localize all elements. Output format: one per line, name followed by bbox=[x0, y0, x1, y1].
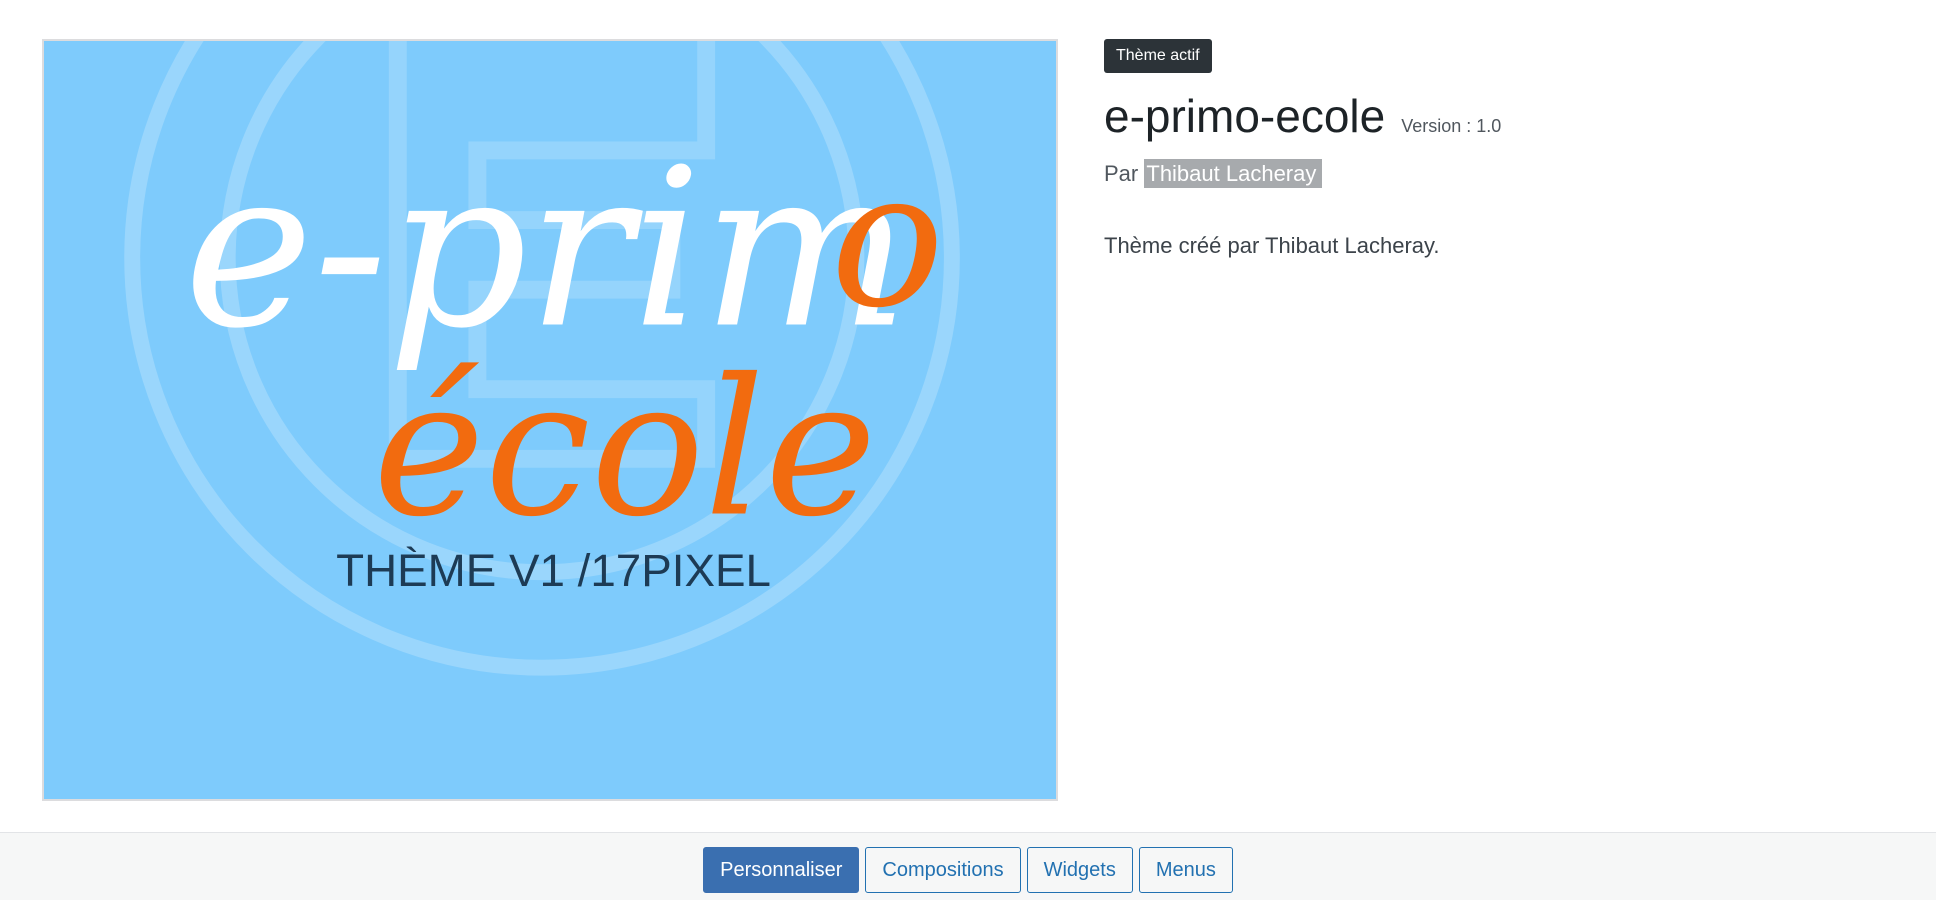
compositions-button[interactable]: Compositions bbox=[865, 847, 1021, 893]
theme-screenshot-image: e-prim o école THÈME V1 /17PIXEL bbox=[44, 41, 1056, 799]
author-name: Thibaut Lacheray bbox=[1144, 159, 1323, 188]
theme-title-row: e-primo-ecole Version : 1.0 bbox=[1104, 93, 1884, 139]
theme-actions-bar: Personnaliser Compositions Widgets Menus bbox=[0, 832, 1936, 900]
theme-version: Version : 1.0 bbox=[1401, 116, 1502, 136]
theme-author: Par Thibaut Lacheray bbox=[1104, 159, 1884, 188]
customize-button[interactable]: Personnaliser bbox=[703, 847, 860, 893]
active-theme-badge: Thème actif bbox=[1104, 39, 1212, 73]
theme-screenshot: e-prim o école THÈME V1 /17PIXEL bbox=[42, 39, 1058, 801]
theme-name: e-primo-ecole bbox=[1104, 90, 1386, 142]
theme-details-page: e-prim o école THÈME V1 /17PIXEL Thème a… bbox=[0, 0, 1936, 900]
theme-info-panel: Thème actif e-primo-ecole Version : 1.0 … bbox=[1104, 39, 1884, 259]
theme-description: Thème créé par Thibaut Lacheray. bbox=[1104, 233, 1440, 258]
logo-text-ecole: école bbox=[373, 339, 877, 559]
author-prefix: Par bbox=[1104, 161, 1139, 186]
widgets-button[interactable]: Widgets bbox=[1026, 847, 1133, 893]
logo-text-o: o bbox=[831, 130, 945, 350]
menus-button[interactable]: Menus bbox=[1138, 847, 1233, 893]
logo-caption: THÈME V1 /17PIXEL bbox=[336, 545, 771, 596]
